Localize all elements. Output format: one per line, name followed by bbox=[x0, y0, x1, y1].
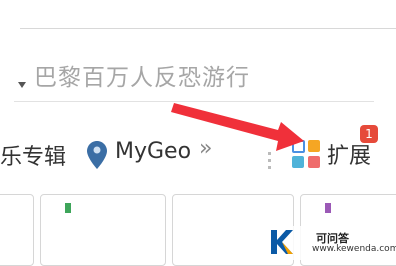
extensions-grid-icon[interactable] bbox=[292, 140, 322, 170]
top-divider bbox=[20, 28, 396, 29]
tab-card[interactable] bbox=[0, 194, 34, 266]
tab-card[interactable] bbox=[40, 194, 166, 266]
bookmarks-bar: 乐专辑 MyGeo » 扩展 1 bbox=[0, 125, 396, 180]
search-suggestion-text[interactable]: 巴黎百万人反恐游行 bbox=[34, 58, 250, 92]
site-watermark: 可问答 www.kewenda.com bbox=[256, 226, 396, 260]
search-underline bbox=[14, 101, 374, 102]
extensions-notification-badge: 1 bbox=[360, 125, 378, 143]
search-dropdown-icon[interactable] bbox=[18, 82, 26, 88]
toolbar-separator-icon bbox=[268, 152, 271, 173]
watermark-site-url: www.kewenda.com bbox=[312, 244, 396, 254]
kewenda-logo-icon bbox=[271, 230, 293, 254]
search-bar[interactable]: 巴黎百万人反恐游行 bbox=[0, 48, 396, 98]
bookmarks-overflow-chevron-icon[interactable]: » bbox=[199, 136, 212, 161]
bookmark-item-partial[interactable]: 乐专辑 bbox=[0, 139, 66, 171]
map-pin-icon bbox=[87, 141, 107, 169]
bookmark-label-mygeo: MyGeo bbox=[115, 139, 192, 164]
